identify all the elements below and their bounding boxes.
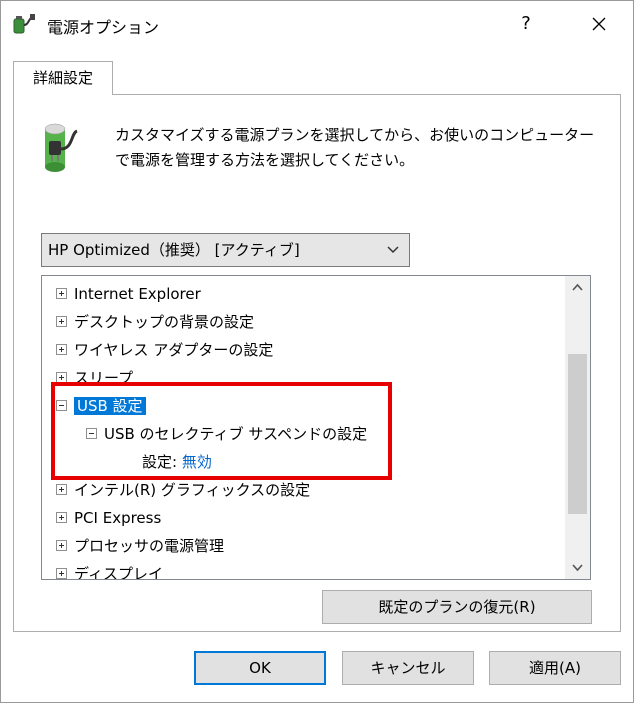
expand-icon[interactable] — [56, 372, 67, 383]
close-icon — [592, 17, 606, 31]
battery-plug-icon — [44, 123, 78, 172]
tree-item-label: スリープ — [74, 369, 134, 387]
collapse-icon[interactable] — [56, 400, 67, 411]
scrollbar-thumb[interactable] — [568, 354, 587, 514]
close-button[interactable] — [579, 5, 619, 43]
expand-icon[interactable] — [56, 316, 67, 327]
tree-item-label: Internet Explorer — [74, 285, 201, 303]
expand-icon[interactable] — [56, 484, 67, 495]
tree-item-label: USB のセレクティブ サスペンドの設定 — [104, 425, 368, 443]
tree-item-desktop-background[interactable]: デスクトップの背景の設定 — [56, 308, 254, 336]
settings-tree[interactable]: Internet Explorer デスクトップの背景の設定 ワイヤレス アダプ… — [41, 275, 591, 580]
title-bar: 電源オプション ? — [1, 1, 633, 47]
tree-item-label-selected: USB 設定 — [74, 397, 146, 415]
tree-item-label: プロセッサの電源管理 — [74, 537, 225, 555]
tree-item-label: インテル(R) グラフィックスの設定 — [74, 481, 311, 499]
tree-item-usb-settings[interactable]: USB 設定 — [56, 392, 146, 420]
tree-item-pci-express[interactable]: PCI Express — [56, 504, 161, 532]
scroll-down-arrow-icon[interactable] — [565, 557, 590, 579]
tree-item-label: ディスプレイ — [74, 565, 163, 579]
tree-item-processor-power[interactable]: プロセッサの電源管理 — [56, 532, 224, 560]
vertical-scrollbar[interactable] — [565, 276, 590, 579]
expand-icon[interactable] — [56, 512, 67, 523]
tree-item-usb-selective-suspend[interactable]: USB のセレクティブ サスペンドの設定 — [86, 420, 367, 448]
tree-setting-row: 設定: 無効 — [142, 448, 212, 476]
setting-label: 設定: — [142, 453, 178, 471]
ok-button[interactable]: OK — [194, 651, 326, 685]
collapse-icon[interactable] — [86, 428, 97, 439]
power-plan-value: HP Optimized（推奨） [アクティブ] — [48, 241, 300, 259]
setting-value-link[interactable]: 無効 — [182, 453, 212, 471]
tree-item-label: デスクトップの背景の設定 — [74, 313, 255, 331]
help-button[interactable]: ? — [506, 5, 546, 43]
cancel-button[interactable]: キャンセル — [342, 651, 474, 685]
tree-item-internet-explorer[interactable]: Internet Explorer — [56, 280, 201, 308]
description-text: カスタマイズする電源プランを選択してから、お使いのコンピューターで電源を管理する… — [115, 126, 595, 169]
window-title: 電源オプション — [47, 18, 160, 37]
power-options-dialog: 電源オプション ? 詳細設定 カスタマイズする電源プランを選択してから、お使いの… — [0, 0, 634, 703]
tree-item-intel-graphics[interactable]: インテル(R) グラフィックスの設定 — [56, 476, 310, 504]
tree-item-label: PCI Express — [74, 509, 162, 527]
settings-tree-content: Internet Explorer デスクトップの背景の設定 ワイヤレス アダプ… — [42, 276, 566, 579]
power-plug-icon — [13, 14, 35, 34]
tree-item-display[interactable]: ディスプレイ — [56, 560, 163, 579]
tab-advanced-settings[interactable]: 詳細設定 — [13, 61, 113, 95]
power-plan-dropdown[interactable]: HP Optimized（推奨） [アクティブ] — [41, 233, 410, 267]
apply-button[interactable]: 適用(A) — [489, 651, 621, 685]
tree-item-wireless-adapter[interactable]: ワイヤレス アダプターの設定 — [56, 336, 273, 364]
restore-default-plan-button[interactable]: 既定のプランの復元(R) — [322, 590, 592, 624]
expand-icon[interactable] — [56, 568, 67, 579]
tree-item-sleep[interactable]: スリープ — [56, 364, 133, 392]
expand-icon[interactable] — [56, 288, 67, 299]
expand-icon[interactable] — [56, 344, 67, 355]
scroll-up-arrow-icon[interactable] — [565, 276, 590, 298]
tree-item-label: ワイヤレス アダプターの設定 — [74, 341, 274, 359]
chevron-down-icon — [387, 246, 399, 254]
expand-icon[interactable] — [56, 540, 67, 551]
